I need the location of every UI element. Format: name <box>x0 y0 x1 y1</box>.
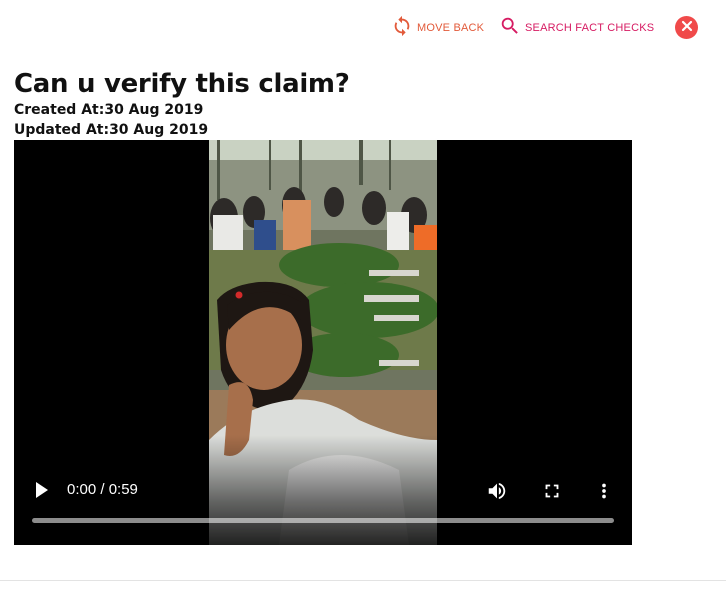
search-fact-checks-button[interactable]: SEARCH FACT CHECKS <box>499 14 654 42</box>
move-back-label: MOVE BACK <box>417 22 485 34</box>
search-fact-checks-label: SEARCH FACT CHECKS <box>525 22 655 34</box>
volume-icon <box>486 482 508 506</box>
more-vert-icon <box>598 483 610 506</box>
top-bar: MOVE BACK SEARCH FACT CHECKS <box>0 14 726 42</box>
time-display: 0:00 / 0:59 <box>67 481 138 498</box>
progress-bar[interactable] <box>32 518 614 523</box>
fullscreen-icon <box>541 484 563 506</box>
close-button[interactable] <box>675 16 698 39</box>
updated-date: Updated At:30 Aug 2019 <box>14 122 209 138</box>
created-date: Created At:30 Aug 2019 <box>14 102 204 118</box>
play-button[interactable] <box>34 481 50 499</box>
close-icon <box>681 19 693 37</box>
refresh-icon <box>391 15 413 42</box>
volume-button[interactable] <box>486 480 508 507</box>
video-player[interactable]: 0:00 / 0:59 <box>14 140 632 545</box>
move-back-button[interactable]: MOVE BACK <box>391 14 484 42</box>
page-title: Can u verify this claim? <box>14 69 350 99</box>
play-icon <box>34 482 50 503</box>
divider <box>0 580 726 581</box>
search-icon <box>499 15 521 42</box>
fullscreen-button[interactable] <box>541 480 563 507</box>
more-options-button[interactable] <box>598 480 610 507</box>
